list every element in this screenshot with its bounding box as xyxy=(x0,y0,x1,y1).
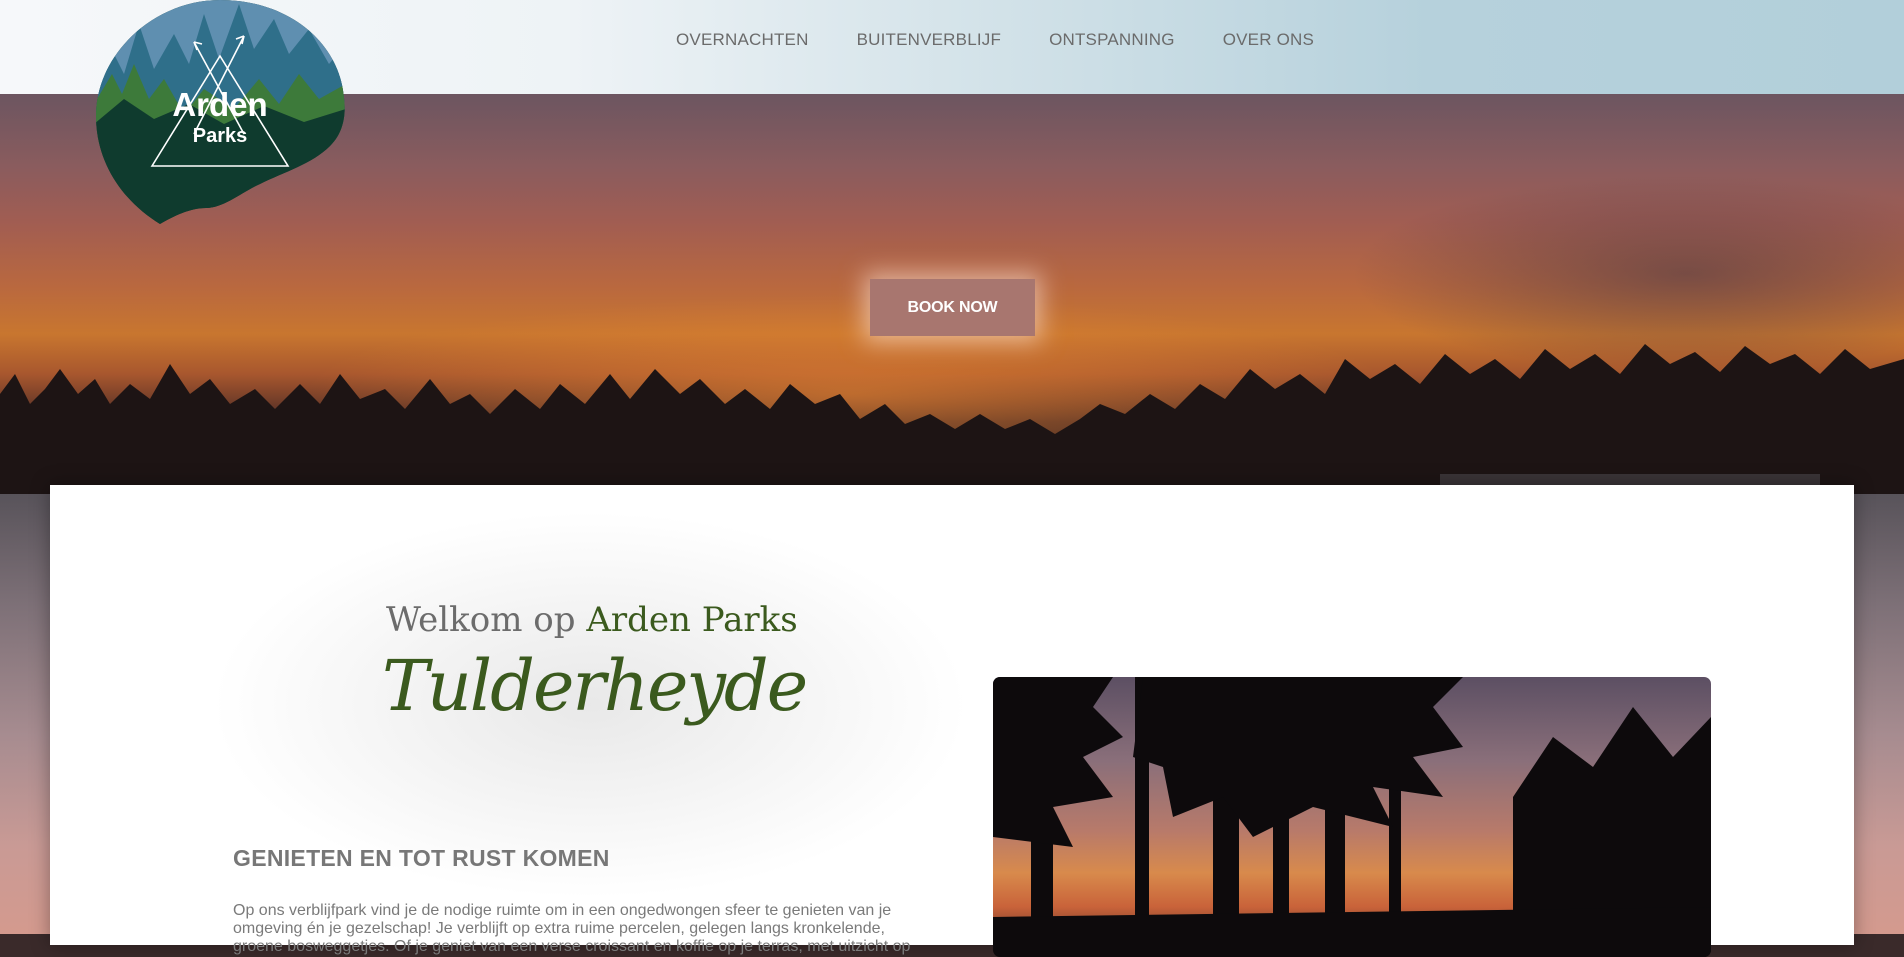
park-photo xyxy=(993,677,1711,957)
nav-item-over-ons[interactable]: OVER ONS xyxy=(1223,30,1314,50)
nav-item-buitenverblijf[interactable]: BUITENVERBLIJF xyxy=(857,30,1002,50)
treeline-silhouette xyxy=(0,344,1904,494)
welcome-brand: Arden Parks xyxy=(586,600,798,640)
intro-paragraph: Op ons verblijfpark vind je de nodige ru… xyxy=(233,902,911,955)
logo-graphic: Arden Parks xyxy=(96,0,345,224)
park-name-title: Tulderheyde xyxy=(382,645,808,727)
book-now-button[interactable]: BOOK NOW xyxy=(870,279,1035,336)
welcome-heading: Welkom op Arden Parks xyxy=(386,600,798,640)
welcome-prefix: Welkom op xyxy=(386,600,576,640)
intro-card: Welkom op Arden Parks Tulderheyde GENIET… xyxy=(50,485,1854,957)
logo-line2: Parks xyxy=(193,125,248,147)
main-nav: OVERNACHTEN BUITENVERBLIJF ONTSPANNING O… xyxy=(676,30,1314,50)
logo-line1: Arden xyxy=(172,86,267,123)
section-title: GENIETEN EN TOT RUST KOMEN xyxy=(233,845,610,871)
pine-trees-silhouette xyxy=(993,677,1711,957)
nav-item-ontspanning[interactable]: ONTSPANNING xyxy=(1049,30,1175,50)
arden-parks-logo[interactable]: Arden Parks xyxy=(94,0,346,230)
nav-item-overnachten[interactable]: OVERNACHTEN xyxy=(676,30,809,50)
